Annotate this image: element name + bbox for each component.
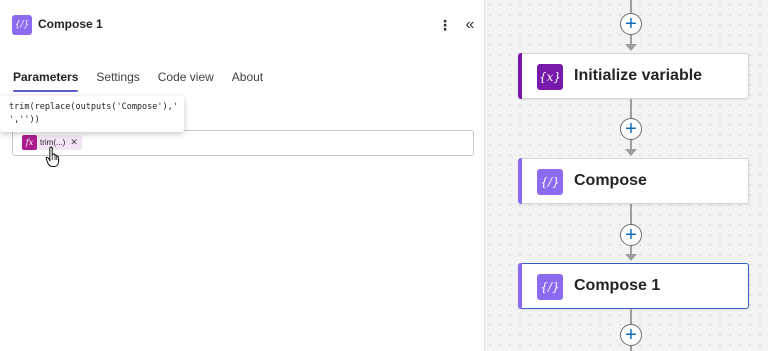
function-icon: fx: [22, 135, 37, 150]
plus-icon: +: [625, 118, 637, 140]
add-step-button[interactable]: +: [620, 324, 642, 346]
add-step-button[interactable]: +: [620, 224, 642, 246]
panel-tabs: Parameters Settings Code view About: [13, 70, 281, 92]
action-details-panel: {/} Compose 1 ⋮ « Parameters Settings Co…: [0, 0, 485, 351]
flow-card-compose-1[interactable]: {/} Compose 1: [518, 263, 749, 309]
compose-icon: {/}: [537, 169, 563, 195]
variable-icon: {x}: [537, 64, 563, 90]
card-accent: [518, 53, 522, 99]
panel-title[interactable]: Compose 1: [38, 17, 103, 31]
arrow-down-icon: [625, 44, 637, 51]
hand-cursor-icon: [45, 146, 60, 167]
plus-icon: +: [625, 13, 637, 35]
compose-icon: {/}: [537, 274, 563, 300]
inputs-field[interactable]: fx trim(...) ✕: [12, 130, 474, 156]
add-step-button[interactable]: +: [620, 118, 642, 140]
plus-icon: +: [625, 324, 637, 346]
tooltip-text: trim(replace(outputs('Compose'),' ','')): [9, 102, 184, 125]
flow-card-initialize-variable[interactable]: {x} Initialize variable: [518, 53, 749, 99]
arrow-down-icon: [625, 254, 637, 261]
tab-parameters[interactable]: Parameters: [13, 70, 79, 92]
tab-settings[interactable]: Settings: [96, 70, 139, 88]
more-options-button[interactable]: ⋮: [438, 15, 452, 35]
tab-about[interactable]: About: [232, 70, 263, 88]
plus-icon: +: [625, 224, 637, 246]
remove-token-icon[interactable]: ✕: [70, 137, 78, 148]
card-title: Initialize variable: [574, 67, 703, 84]
flow-card-compose[interactable]: {/} Compose: [518, 158, 749, 204]
card-accent: [518, 158, 522, 204]
panel-header: {/} Compose 1 ⋮ «: [12, 15, 484, 37]
arrow-down-icon: [625, 149, 637, 156]
collapse-panel-button[interactable]: «: [462, 15, 478, 35]
compose-icon: {/}: [12, 15, 32, 35]
card-title: Compose: [574, 172, 647, 189]
flow-designer-canvas[interactable]: + {x} Initialize variable + {/} Compose …: [485, 0, 768, 351]
card-title: Compose 1: [574, 277, 661, 294]
add-step-button[interactable]: +: [620, 13, 642, 35]
expression-tooltip: trim(replace(outputs('Compose'),' ','')): [0, 96, 184, 132]
tab-code-view[interactable]: Code view: [158, 70, 214, 88]
card-accent: [518, 263, 522, 309]
